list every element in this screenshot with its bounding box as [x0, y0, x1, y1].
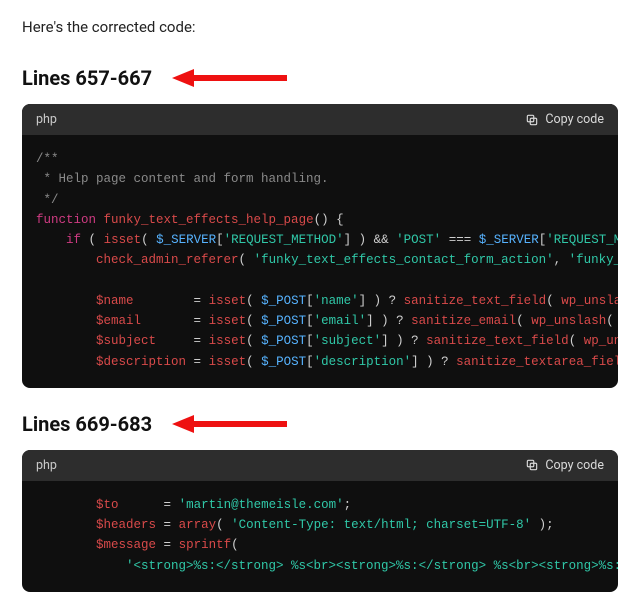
intro-text: Here's the corrected code:	[22, 18, 618, 36]
copy-code-label: Copy code	[545, 112, 604, 127]
copy-code-button[interactable]: Copy code	[525, 112, 604, 127]
copy-icon	[525, 458, 539, 472]
section-1-heading-row: Lines 657-667	[22, 66, 618, 90]
arrow-left-icon	[172, 67, 292, 89]
code-body-2: $to = 'martin@themeisle.com'; $headers =…	[22, 481, 618, 592]
arrow-left-icon	[172, 413, 292, 435]
copy-icon	[525, 113, 539, 127]
copy-code-button[interactable]: Copy code	[525, 458, 604, 473]
code-lang-label: php	[36, 458, 57, 473]
code-block-1: php Copy code /** * Help page content an…	[22, 104, 618, 388]
section-1-heading: Lines 657-667	[22, 66, 152, 90]
section-2-heading-row: Lines 669-683	[22, 412, 618, 436]
code-body-1: /** * Help page content and form handlin…	[22, 135, 618, 388]
code-block-2: php Copy code $to = 'martin@themeisle.co…	[22, 450, 618, 592]
code-header-1: php Copy code	[22, 104, 618, 135]
code-header-2: php Copy code	[22, 450, 618, 481]
copy-code-label: Copy code	[545, 458, 604, 473]
code-lang-label: php	[36, 112, 57, 127]
section-2-heading: Lines 669-683	[22, 412, 152, 436]
